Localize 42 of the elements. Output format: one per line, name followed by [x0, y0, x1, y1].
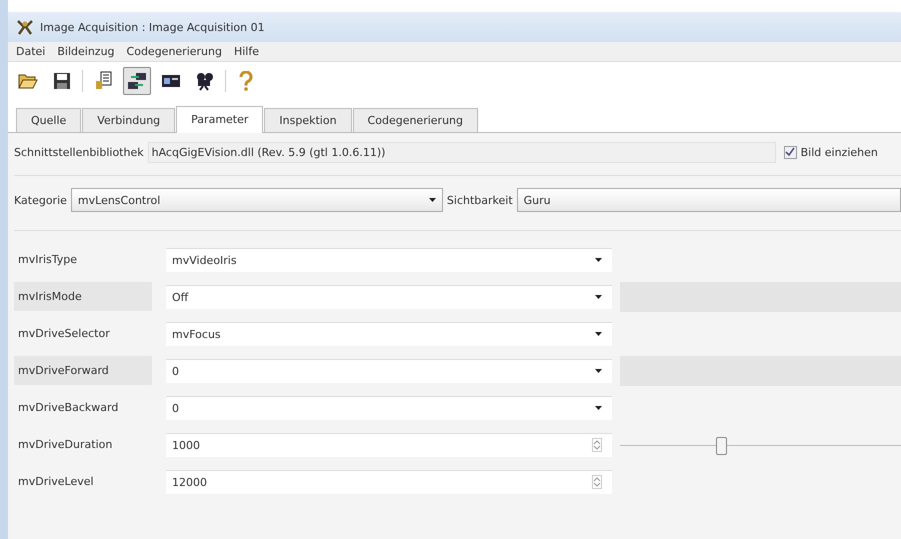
parameter-label: mvDriveSelector [17, 326, 111, 342]
caret-icon [595, 332, 602, 336]
figure-icon [16, 19, 34, 35]
checkbox[interactable] [784, 146, 797, 158]
caret-icon [595, 369, 602, 373]
tab[interactable]: Verbindung [82, 108, 176, 132]
field-label: Kategorie [14, 194, 67, 206]
tab[interactable]: Inspektion [264, 108, 352, 132]
menu-item[interactable]: Hilfe [234, 45, 260, 58]
spinner-arrows-icon[interactable] [592, 438, 602, 452]
caret-icon [595, 258, 602, 262]
parameter-label: mvIrisMode [14, 282, 152, 311]
field-label: Schnittstellenbibliothek [14, 146, 144, 158]
visibility-dropdown[interactable]: Guru [516, 188, 901, 212]
spinner-arrows-icon[interactable] [592, 475, 602, 489]
parameter-dropdown[interactable]: mvVideoIris [166, 248, 612, 272]
tab[interactable]: Quelle [16, 108, 82, 132]
spin-field[interactable]: 12000 [166, 470, 612, 494]
field-label: Sichtbarkeit [446, 194, 513, 206]
checkbox-label: Bild einziehen [800, 146, 878, 158]
parameter-label: mvDriveLevel [17, 474, 95, 490]
parameter-dropdown[interactable]: 0 [166, 396, 612, 420]
tab[interactable]: Codegenerierung [352, 108, 478, 132]
category-dropdown[interactable]: mvLensControl [70, 188, 443, 212]
window-title: Image Acquisition : Image Acquisition 01 [40, 20, 265, 34]
tab[interactable]: Parameter [176, 106, 264, 133]
library-field: hAcqGigEVision.dll (Rev. 5.9 (gtl 1.0.6.11)) [148, 142, 776, 162]
parameter-dropdown[interactable]: Off [166, 284, 612, 308]
parameter-dropdown[interactable]: mvFocus [166, 322, 612, 346]
menu-item[interactable]: Codegenerierung [126, 45, 222, 58]
parameter-label: mvDriveForward [14, 356, 152, 385]
caret-icon [595, 406, 602, 410]
parameter-label: mvDriveDuration [17, 437, 114, 453]
spin-field[interactable]: 1000 [166, 432, 612, 456]
parameter-label: mvIrisType [17, 252, 78, 268]
network-icon[interactable] [123, 67, 151, 95]
caret-icon [428, 198, 436, 202]
caret-icon [595, 295, 602, 299]
parameter-label: mvDriveBackward [17, 400, 120, 416]
parameter-dropdown[interactable]: 0 [166, 358, 612, 382]
menu-item[interactable]: Datei [16, 45, 46, 58]
menu-item[interactable]: Bildeinzug [57, 45, 115, 58]
